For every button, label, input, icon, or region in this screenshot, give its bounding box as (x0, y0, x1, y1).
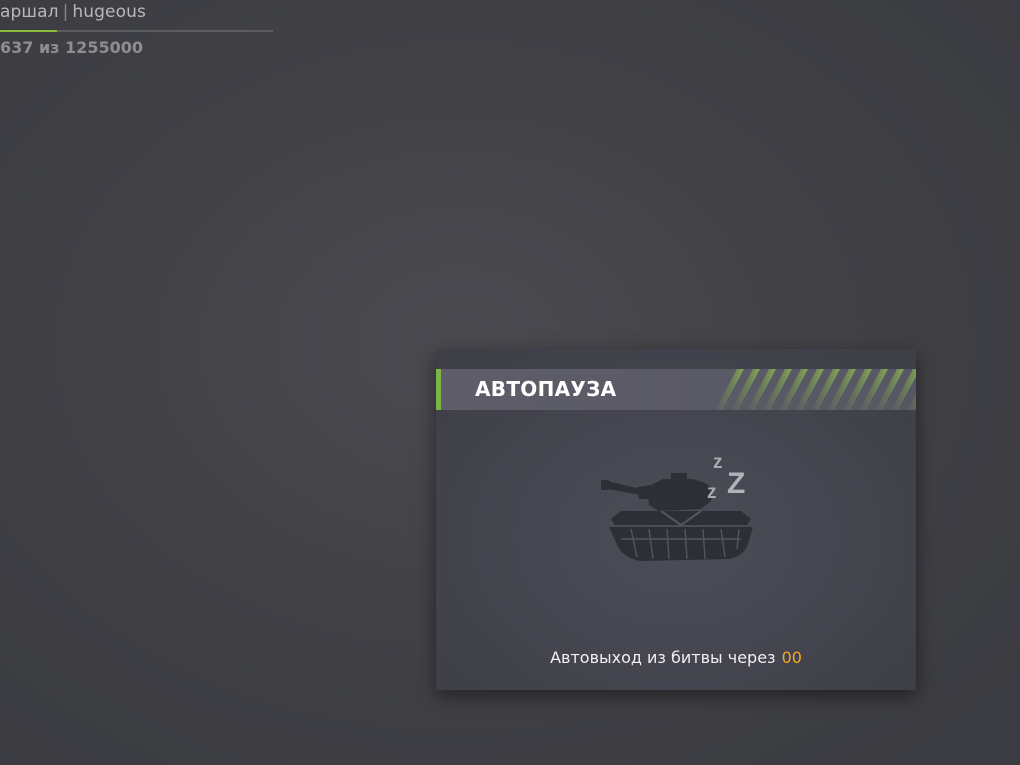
sleeping-tank-illustration: z z Z (601, 449, 761, 579)
rank-progress-bar (0, 30, 273, 32)
header-accent-bar (436, 369, 441, 410)
score-counter: 637 из 1255000 (0, 38, 143, 57)
auto-exit-countdown: 00 (781, 648, 802, 667)
player-separator: | (62, 2, 69, 22)
auto-exit-label: Автовыход из битвы через (550, 648, 776, 667)
autopause-header: АВТОПАУЗА (436, 369, 916, 410)
player-header: аршал | hugeous (0, 2, 146, 22)
player-nickname: hugeous (72, 2, 146, 22)
autopause-title: АВТОПАУЗА (475, 377, 617, 401)
autopause-panel: АВТОПАУЗА z z Z Автовыход из битвы через… (436, 349, 916, 690)
sleep-z-small-2: z (707, 482, 717, 503)
player-rank: аршал (0, 2, 59, 22)
sleep-z-large: Z (727, 467, 746, 500)
rank-progress-fill (0, 30, 58, 32)
auto-exit-message: Автовыход из битвы через 00 (436, 648, 916, 667)
header-stripes-decoration (715, 369, 916, 410)
sleep-z-small-1: z (713, 452, 723, 473)
